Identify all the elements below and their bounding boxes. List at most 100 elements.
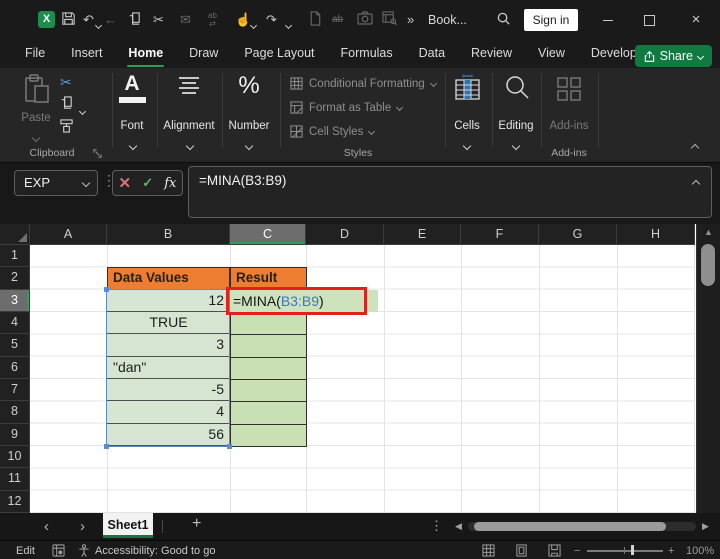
copy-button[interactable] [59, 95, 74, 110]
camera-icon [357, 11, 373, 29]
accessibility-status[interactable]: Accessibility: Good to go [95, 544, 215, 558]
column-header-f[interactable]: F [461, 224, 539, 244]
macro-record-icon[interactable] [52, 544, 65, 557]
number-group-button[interactable]: Number [221, 120, 277, 132]
row-header-5[interactable]: 5 [0, 334, 30, 356]
tabs-more-icon[interactable]: ⋮ [430, 518, 443, 534]
minimize-button[interactable] [600, 11, 616, 29]
touch-mode-icon[interactable]: ☝ [235, 11, 251, 29]
previous-sheet-icon[interactable]: ‹ [44, 516, 49, 537]
zoom-slider-thumb[interactable] [631, 545, 634, 555]
cell-b2[interactable]: Data Values [107, 267, 230, 289]
enter-icon[interactable]: ✓ [142, 175, 153, 191]
alignment-icon [177, 76, 201, 94]
row-header-11[interactable]: 11 [0, 468, 30, 490]
row-header-1[interactable]: 1 [0, 245, 30, 267]
tab-page-layout[interactable]: Page Layout [231, 40, 327, 68]
collapse-formula-bar-icon[interactable] [692, 180, 700, 188]
zoom-in-icon[interactable]: + [668, 544, 674, 558]
column-header-h[interactable]: H [617, 224, 695, 244]
alignment-group-button[interactable]: Alignment [158, 120, 220, 132]
cell-c9[interactable] [231, 425, 306, 446]
accessibility-icon[interactable] [78, 544, 90, 557]
vertical-scroll-thumb[interactable] [701, 244, 715, 286]
column-header-c[interactable]: C [230, 224, 306, 244]
horizontal-scrollbar[interactable] [468, 522, 696, 531]
share-icon [644, 51, 655, 62]
undo-icon[interactable]: ↶ [83, 11, 94, 29]
sign-in-button[interactable]: Sign in [524, 9, 578, 31]
editing-group-button[interactable]: Editing [488, 120, 544, 132]
add-sheet-icon[interactable]: + [192, 515, 201, 533]
save-icon[interactable] [61, 11, 76, 29]
column-header-a[interactable]: A [30, 224, 107, 244]
paste-button[interactable]: Paste [12, 112, 60, 124]
row-header-7[interactable]: 7 [0, 379, 30, 401]
cell-c6[interactable] [231, 358, 306, 380]
cell-c5[interactable] [231, 335, 306, 357]
tab-data[interactable]: Data [406, 40, 458, 68]
redo-icon[interactable]: ↷ [266, 11, 277, 29]
font-group-button[interactable]: Font [104, 120, 160, 132]
column-header-d[interactable]: D [306, 224, 384, 244]
formula-input[interactable]: =MINA(B3:B9) [188, 166, 712, 218]
page-break-view-icon[interactable] [548, 544, 561, 557]
scroll-up-icon[interactable]: ▲ [697, 227, 720, 237]
row-header-6[interactable]: 6 [0, 357, 30, 379]
maximize-button[interactable] [644, 11, 655, 29]
row-header-8[interactable]: 8 [0, 401, 30, 423]
search-icon[interactable] [496, 11, 511, 29]
zoom-level[interactable]: 100% [686, 544, 714, 558]
cancel-icon[interactable]: ✕ [119, 174, 132, 192]
clipboard-dialog-launcher-icon[interactable] [93, 149, 102, 158]
copy-chevron-icon[interactable] [80, 101, 85, 119]
page-layout-view-icon[interactable] [515, 544, 528, 557]
tab-home[interactable]: Home [115, 40, 176, 68]
copy-icon[interactable] [127, 11, 142, 29]
cut-button[interactable]: ✂ [60, 74, 72, 91]
new-document-icon [308, 11, 322, 29]
cell-c7[interactable] [231, 380, 306, 402]
select-all-button[interactable] [0, 224, 30, 244]
scroll-left-icon[interactable]: ◀ [455, 521, 462, 532]
tab-view[interactable]: View [525, 40, 578, 68]
column-header-g[interactable]: G [539, 224, 617, 244]
row-header-2[interactable]: 2 [0, 267, 30, 289]
row-header-12[interactable]: 12 [0, 491, 30, 513]
undo-chevron-icon[interactable] [96, 15, 101, 33]
tab-file[interactable]: File [12, 40, 58, 68]
collapse-ribbon-icon[interactable] [692, 138, 698, 156]
tab-review[interactable]: Review [458, 40, 525, 68]
row-header-9[interactable]: 9 [0, 424, 30, 446]
row-header-4[interactable]: 4 [0, 312, 30, 334]
sheet-tab-sheet1[interactable]: Sheet1 [103, 513, 153, 538]
tab-draw[interactable]: Draw [176, 40, 231, 68]
zoom-slider[interactable] [587, 550, 663, 552]
close-button[interactable]: × [688, 11, 704, 29]
horizontal-scroll-thumb[interactable] [474, 522, 666, 531]
vertical-scrollbar[interactable]: ▲ [696, 224, 720, 513]
row-header-3[interactable]: 3 [0, 290, 30, 312]
add-ins-group-label: Add-ins [541, 147, 597, 159]
normal-view-icon[interactable] [482, 544, 495, 557]
row-header-10[interactable]: 10 [0, 446, 30, 468]
tab-formulas[interactable]: Formulas [328, 40, 406, 68]
cell-grid[interactable]: Data Values Result 12 TRUE 3 "dan" -5 4 … [30, 245, 695, 513]
cell-c4[interactable] [231, 313, 306, 335]
redo-chevron-icon[interactable] [286, 15, 291, 33]
next-sheet-icon[interactable]: › [80, 516, 85, 537]
column-header-b[interactable]: B [107, 224, 230, 244]
tab-insert[interactable]: Insert [58, 40, 115, 68]
cell-c8[interactable] [231, 402, 306, 424]
share-button[interactable]: Share [635, 45, 712, 67]
zoom-out-icon[interactable]: − [574, 544, 580, 558]
cells-group-button[interactable]: Cells [443, 120, 491, 132]
cut-icon[interactable]: ✂ [153, 11, 164, 29]
qat-overflow-icon[interactable]: » [407, 11, 414, 29]
column-header-e[interactable]: E [384, 224, 461, 244]
format-painter-button[interactable] [59, 118, 74, 134]
insert-function-icon[interactable]: fx [164, 176, 176, 191]
name-box[interactable]: EXP [14, 170, 98, 196]
scroll-right-icon[interactable]: ▶ [702, 521, 709, 532]
touch-mode-chevron-icon[interactable] [251, 15, 256, 33]
